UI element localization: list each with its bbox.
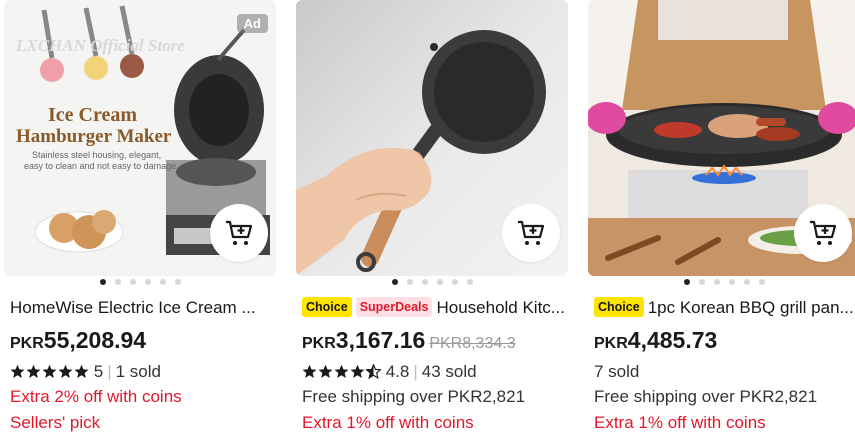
sellers-pick-label: Sellers' pick <box>10 413 101 432</box>
image-carousel-dots[interactable] <box>4 279 276 285</box>
product-price: PKR3,167.16 PKR8,334.3 <box>302 327 516 354</box>
carousel-dot[interactable] <box>436 279 443 285</box>
carousel-dot[interactable] <box>466 279 473 285</box>
product-title[interactable]: HomeWise Electric Ice Cream ... <box>10 296 274 320</box>
product-card[interactable]: Choice SuperDeals Household Kitc... PKR3,1… <box>296 0 568 443</box>
carousel-dot[interactable] <box>421 279 428 285</box>
product-title[interactable]: Choice SuperDeals Household Kitc... <box>302 296 566 320</box>
price-amount: 3,167.16 <box>335 327 426 353</box>
rating-value: 4.8 <box>385 362 410 381</box>
price-currency: PKR <box>594 335 628 352</box>
rating-value: 5 <box>93 362 104 381</box>
star-rating <box>302 364 381 379</box>
choice-badge: Choice <box>302 297 352 317</box>
product-price: PKR55,208.94 <box>10 327 146 354</box>
product-image[interactable] <box>296 0 568 276</box>
star-icon <box>42 364 57 378</box>
free-shipping-label: Free shipping over PKR2,821 <box>302 387 526 406</box>
rating-row: 4.8 | 43 sold <box>302 361 477 383</box>
carousel-dot[interactable] <box>99 279 106 285</box>
carousel-dot[interactable] <box>683 279 690 285</box>
product-price: PKR4,485.73 <box>594 327 717 354</box>
price-currency: PKR <box>10 335 44 352</box>
star-icon <box>10 364 25 378</box>
image-headline-2: Hamburger Maker <box>16 126 172 147</box>
image-headline: Ice Cream <box>48 104 138 126</box>
coins-discount: Extra 1% off with coins <box>594 413 766 432</box>
half-star-icon <box>366 364 381 379</box>
ad-badge: Ad <box>236 14 268 33</box>
product-title-text: Household Kitc... <box>436 298 565 317</box>
product-image[interactable] <box>588 0 855 276</box>
carousel-dot[interactable] <box>129 279 136 285</box>
price-currency: PKR <box>302 335 336 352</box>
star-icon <box>318 364 333 378</box>
image-subtext: Stainless steel housing, elegant, <box>32 150 162 160</box>
divider: | <box>413 362 418 381</box>
carousel-dot[interactable] <box>451 279 458 285</box>
add-to-cart-button[interactable] <box>502 204 560 262</box>
carousel-dot[interactable] <box>391 279 398 285</box>
image-subtext-2: easy to clean and not easy to damage. <box>24 161 179 171</box>
add-to-cart-icon <box>810 220 837 245</box>
price-amount: 4,485.73 <box>627 327 718 353</box>
product-title[interactable]: Choice 1pc Korean BBQ grill pan... <box>594 296 855 320</box>
carousel-dot[interactable] <box>758 279 765 285</box>
rating-row: 5 | 1 sold <box>10 361 161 383</box>
product-card[interactable]: Choice 1pc Korean BBQ grill pan... PKR4,4… <box>588 0 855 443</box>
image-carousel-dots[interactable] <box>588 279 855 285</box>
product-title-text: 1pc Korean BBQ grill pan... <box>647 298 854 317</box>
star-icon <box>74 364 89 378</box>
price-amount: 55,208.94 <box>43 327 147 353</box>
carousel-dot[interactable] <box>728 279 735 285</box>
coins-discount: Extra 2% off with coins <box>10 387 182 406</box>
image-carousel-dots[interactable] <box>296 279 568 285</box>
carousel-dot[interactable] <box>144 279 151 285</box>
coins-discount: Extra 1% off with coins <box>302 413 474 432</box>
original-price: PKR8,334.3 <box>429 335 516 352</box>
star-icon <box>334 364 349 378</box>
superdeals-badge: SuperDeals <box>355 297 433 317</box>
divider: | <box>107 362 112 381</box>
carousel-dot[interactable] <box>713 279 720 285</box>
add-to-cart-icon <box>518 220 545 245</box>
free-shipping-label: Free shipping over PKR2,821 <box>594 387 818 406</box>
carousel-dot[interactable] <box>159 279 166 285</box>
sold-count: 7 sold <box>594 362 640 381</box>
carousel-dot[interactable] <box>698 279 705 285</box>
star-icon <box>26 364 41 378</box>
choice-badge: Choice <box>594 297 644 317</box>
sold-count: 43 sold <box>421 362 477 381</box>
product-card[interactable]: LXCHAN Official Store Ice Cream Hamburge… <box>4 0 276 443</box>
carousel-dot[interactable] <box>174 279 181 285</box>
carousel-dot[interactable] <box>406 279 413 285</box>
add-to-cart-icon <box>226 220 253 245</box>
carousel-dot[interactable] <box>114 279 121 285</box>
product-grid: LXCHAN Official Store Ice Cream Hamburge… <box>0 0 855 443</box>
watermark-text: LXCHAN Official Store <box>16 36 185 55</box>
sold-count: 1 sold <box>115 362 161 381</box>
add-to-cart-button[interactable] <box>794 204 852 262</box>
carousel-dot[interactable] <box>743 279 750 285</box>
star-icon <box>58 364 73 378</box>
product-image[interactable]: LXCHAN Official Store Ice Cream Hamburge… <box>4 0 276 276</box>
star-rating <box>10 364 89 379</box>
star-icon <box>350 364 365 378</box>
star-icon <box>302 364 317 378</box>
add-to-cart-button[interactable] <box>210 204 268 262</box>
